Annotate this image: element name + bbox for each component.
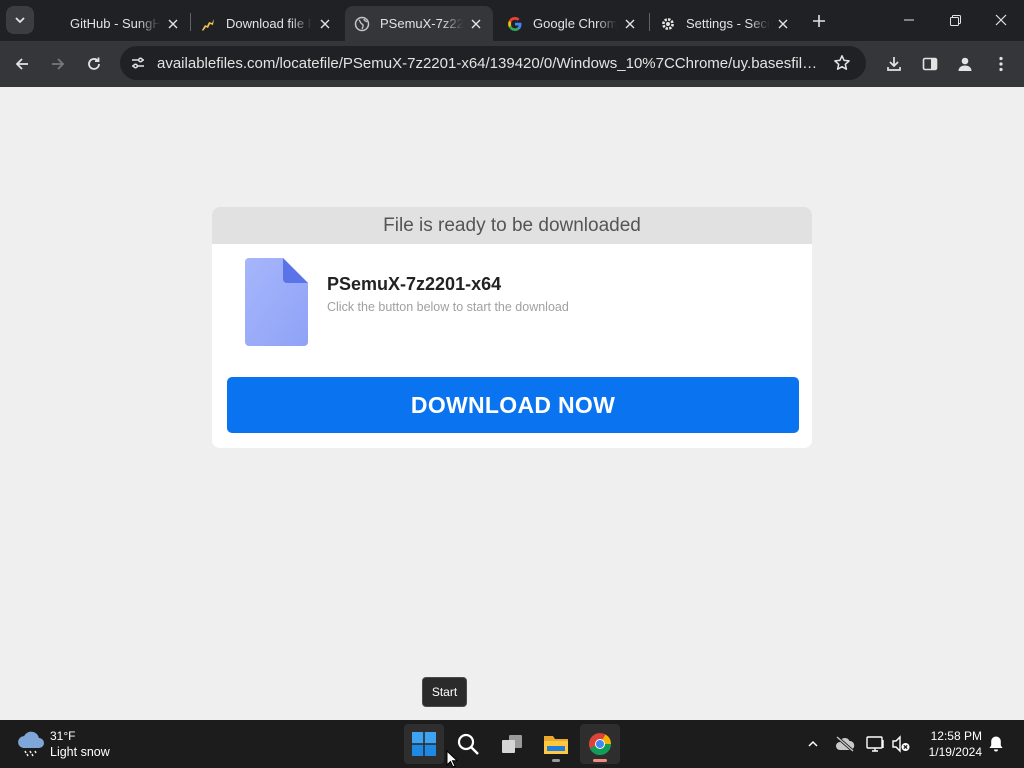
close-icon[interactable] (316, 15, 334, 33)
onedrive-button[interactable] (833, 732, 857, 756)
clock-time[interactable]: 12:58 PM (920, 729, 982, 743)
arrow-right-icon (52, 58, 65, 70)
chevron-up-icon (808, 740, 818, 747)
task-view-icon (502, 735, 522, 753)
profile-icon (958, 57, 972, 71)
mouse-cursor-icon (446, 750, 459, 768)
tab-settings[interactable]: Settings - Security (652, 6, 800, 41)
minimize-button[interactable] (886, 0, 932, 40)
clock-date[interactable]: 1/19/2024 (920, 745, 982, 759)
notifications-button[interactable] (984, 732, 1008, 756)
chrome-button[interactable] (580, 724, 620, 764)
running-indicator (593, 759, 607, 762)
tab-download-file[interactable]: Download file PSemuX (192, 6, 342, 41)
start-button[interactable] (404, 724, 444, 764)
globe-icon (354, 16, 370, 32)
url-text[interactable]: availablefiles.com/locatefile/PSemuX-7z2… (157, 55, 825, 72)
gear-icon (660, 16, 676, 32)
restore-icon (949, 14, 961, 26)
minimize-icon (904, 19, 914, 21)
reload-icon (88, 57, 100, 70)
file-icon (245, 258, 308, 346)
new-tab-button[interactable] (808, 10, 830, 32)
tab-title: Settings - Security (686, 16, 770, 31)
forward-button[interactable] (43, 49, 73, 79)
download-icon (887, 57, 901, 71)
google-icon (507, 16, 523, 32)
close-icon[interactable] (621, 15, 639, 33)
tab-divider (649, 13, 650, 31)
back-button[interactable] (7, 49, 37, 79)
weather-temperature[interactable]: 31°F (50, 729, 75, 743)
menu-button[interactable] (986, 49, 1016, 79)
chrome-icon (589, 733, 611, 756)
file-subtitle: Click the button below to start the down… (327, 300, 569, 314)
bell-icon (989, 736, 1003, 752)
download-now-button[interactable]: DOWNLOAD NOW (227, 377, 799, 433)
cloud-off-icon (836, 736, 855, 752)
plus-icon (813, 15, 825, 27)
close-icon[interactable] (774, 15, 792, 33)
file-name: PSemuX-7z2201-x64 (327, 274, 502, 294)
bookmark-star-icon[interactable] (832, 53, 852, 73)
speaker-muted-icon (892, 735, 910, 753)
tab-github[interactable]: GitHub - SungHoonKim (44, 6, 190, 41)
kebab-menu-icon (999, 56, 1003, 72)
tab-title: PSemuX-7z2201-x64 (380, 16, 463, 31)
close-icon[interactable] (164, 15, 182, 33)
restore-button[interactable] (932, 0, 978, 40)
folder-icon (544, 736, 568, 754)
close-icon[interactable] (467, 15, 485, 33)
start-tooltip: Start (422, 677, 467, 707)
side-panel-button[interactable] (915, 49, 945, 79)
close-window-button[interactable] (978, 0, 1024, 40)
tab-title: Google Chrome (533, 16, 617, 31)
address-bar[interactable]: availablefiles.com/locatefile/PSemuX-7z2… (120, 46, 866, 80)
tab-google-chrome[interactable]: Google Chrome (497, 6, 647, 41)
task-view-button[interactable] (492, 724, 532, 764)
running-indicator (552, 759, 560, 762)
github-icon (44, 16, 60, 32)
network-button[interactable] (864, 732, 888, 756)
weather-description[interactable]: Light snow (50, 745, 110, 759)
browser-toolbar: availablefiles.com/locatefile/PSemuX-7z2… (0, 41, 1024, 87)
windows-logo-icon (412, 732, 436, 756)
chevron-down-icon (15, 17, 25, 24)
tab-divider (190, 13, 191, 31)
profile-button[interactable] (950, 49, 980, 79)
tab-search-button[interactable] (6, 6, 34, 34)
horse-favicon-icon (200, 16, 216, 32)
windows-taskbar: 31°F Light snow 12:58 PM 1/19/2024 (0, 720, 1024, 768)
browser-tab-strip: GitHub - SungHoonKim Download file PSemu… (0, 0, 1024, 41)
volume-button[interactable] (889, 732, 913, 756)
site-info-icon[interactable] (128, 53, 148, 73)
close-icon (995, 14, 1007, 26)
tab-psemux-active[interactable]: PSemuX-7z2201-x64 (345, 6, 493, 41)
downloads-button[interactable] (879, 49, 909, 79)
show-hidden-icons-button[interactable] (801, 732, 825, 756)
tab-title: GitHub - SungHoonKim (70, 16, 160, 31)
tab-title: Download file PSemuX (226, 16, 312, 31)
arrow-left-icon (15, 58, 28, 70)
snow-cloud-icon (18, 731, 44, 757)
side-panel-icon (922, 57, 938, 71)
file-explorer-button[interactable] (536, 724, 576, 764)
network-icon (866, 736, 884, 752)
download-card: File is ready to be downloaded PSemuX-7z… (212, 207, 812, 448)
card-header: File is ready to be downloaded (212, 207, 812, 244)
reload-button[interactable] (79, 49, 109, 79)
